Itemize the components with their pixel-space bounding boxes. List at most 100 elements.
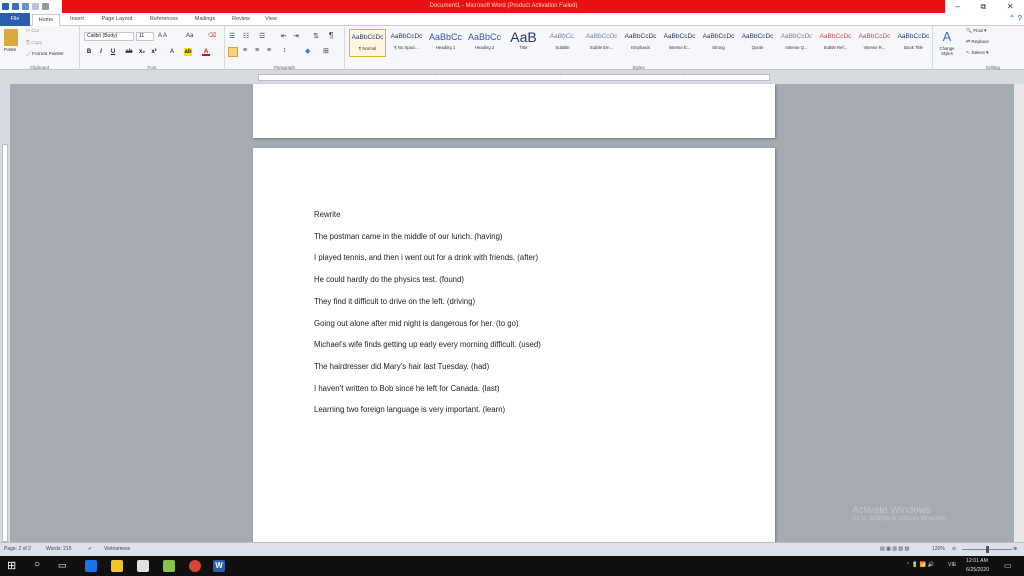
store-icon[interactable] [137,560,149,572]
font-color-icon[interactable]: A [202,48,210,56]
select-button[interactable]: ↖ Select ▾ [966,51,988,56]
clear-formatting-icon[interactable]: ⌫ [208,32,216,39]
replace-button[interactable]: ⇄ Replace [966,40,989,45]
font-name-select[interactable]: Calibri (Body) [84,32,134,41]
document-paragraph[interactable]: I played tennis, and then i went out for… [314,253,538,262]
bullets-icon[interactable]: ☰ [229,32,235,40]
tab-file[interactable]: File [0,13,30,26]
redo-icon[interactable] [32,3,39,10]
clock-time[interactable]: 12:01 AM [966,558,988,564]
paste-button[interactable]: Paste [4,48,16,53]
increase-indent-icon[interactable]: ⇥ [293,32,299,40]
tab-insert[interactable]: Insert [64,14,90,26]
style-item[interactable]: AaBbCcDc Book Title [895,29,932,57]
proofing-icon[interactable]: ✔ [88,546,92,552]
underline-icon[interactable]: U [109,48,117,56]
document-paragraph[interactable]: He could hardly do the physics test. (fo… [314,275,464,284]
zoom-level[interactable]: 120% [932,546,945,552]
tab-references[interactable]: References [144,14,184,26]
text-effects-icon[interactable]: A [168,48,176,56]
document-paragraph[interactable]: The postman came in the middle of our lu… [314,232,503,241]
style-item[interactable]: AaBbCcDc Emphasis [622,29,659,57]
align-left-icon[interactable] [228,47,238,57]
search-icon[interactable]: ○ [34,559,40,570]
file-explorer-icon[interactable] [111,560,123,572]
vertical-ruler[interactable] [0,84,10,542]
document-paragraph[interactable]: Learning two foreign language is very im… [314,405,505,414]
app-icon[interactable] [163,560,175,572]
format-painter-button[interactable]: 🖌Format Painter [26,52,64,57]
bold-icon[interactable]: B [85,48,93,56]
line-spacing-icon[interactable]: ↕ [283,47,287,54]
tray-icons[interactable]: ⌃ 🔋 📶 🔊 [906,562,934,568]
borders-icon[interactable]: ⊞ [323,47,329,55]
word-taskbar-icon[interactable]: W [213,560,225,572]
style-item[interactable]: AaBbCcDc Intense Q... [778,29,815,57]
numbering-icon[interactable]: ☷ [243,32,249,40]
page-1[interactable] [253,84,775,138]
customize-toolbar-icon[interactable] [42,3,49,10]
style-item[interactable]: AaBbCcDc Subtle Em... [583,29,620,57]
change-styles-button[interactable]: A Change Styles [934,28,960,64]
multilevel-list-icon[interactable]: ☲ [259,32,265,40]
tab-page-layout[interactable]: Page Layout [96,14,138,26]
decrease-indent-icon[interactable]: ⇤ [281,32,287,40]
help-icon[interactable]: ⌃ ? [1009,14,1022,23]
style-item[interactable]: AaBbCc Heading 1 [427,29,464,57]
subscript-icon[interactable]: x₂ [138,48,146,56]
style-item[interactable]: AaBbCc. Subtitle [544,29,581,57]
view-buttons[interactable]: ▤ ▦ ▥ ▧ ▨ [880,546,909,552]
change-case-icon[interactable]: Aa [186,33,193,39]
zoom-in-icon[interactable]: ⊕ [1013,546,1017,552]
tab-home[interactable]: Home [32,14,60,26]
vertical-scrollbar[interactable] [1014,84,1024,542]
highlight-icon[interactable]: ab [184,48,192,56]
tab-view[interactable]: View [258,14,284,26]
language-indicator[interactable]: Vietnamese [104,546,130,552]
show-formatting-icon[interactable]: ¶ [329,31,333,40]
align-right-icon[interactable]: ≡ [255,47,259,54]
notifications-icon[interactable]: ▭ [1004,561,1012,570]
document-heading[interactable]: Rewrite [314,210,340,219]
undo-icon[interactable] [22,3,29,10]
page-count[interactable]: Page: 2 of 2 [4,546,31,552]
document-paragraph[interactable]: The hairdresser did Mary’s hair last Tue… [314,362,489,371]
style-item[interactable]: AaB Title [505,29,542,57]
minimize-button[interactable]: – [955,2,959,11]
word-count[interactable]: Words: 215 [46,546,71,552]
save-icon[interactable] [12,3,19,10]
page-2[interactable]: Rewrite The postman came in the middle of… [253,148,775,548]
document-paragraph[interactable]: I haven’t written to Bob since he left f… [314,384,500,393]
horizontal-ruler[interactable]: · · · · · · · [0,70,1024,152]
chrome-icon[interactable] [189,560,201,572]
strikethrough-icon[interactable]: ab [124,48,134,56]
align-center-icon[interactable]: ≡ [243,47,247,54]
style-item[interactable]: AaBbCcDc ¶ Normal [349,29,386,57]
tab-mailings[interactable]: Mailings [188,14,222,26]
document-paragraph[interactable]: Going out alone after mid night is dange… [314,319,519,328]
clock-date[interactable]: 6/25/2020 [966,567,989,573]
find-button[interactable]: 🔍 Find ▾ [966,29,986,34]
document-paragraph[interactable]: Michael’s wife finds getting up early ev… [314,340,541,349]
cut-button[interactable]: ✂ Cut [26,29,39,34]
grow-font-icon[interactable]: A A [158,33,167,39]
task-view-icon[interactable]: ▭ [58,560,67,571]
edge-icon[interactable] [85,560,97,572]
style-item[interactable]: AaBbCcDc Intense R... [856,29,893,57]
document-paragraph[interactable]: They find it difficult to drive on the l… [314,297,475,306]
superscript-icon[interactable]: x² [150,48,158,56]
restore-button[interactable]: ⧉ [981,2,987,12]
style-item[interactable]: AaBbCcDc Subtle Ref... [817,29,854,57]
italic-icon[interactable]: I [97,48,105,56]
close-button[interactable]: ✕ [1007,2,1014,11]
font-size-select[interactable]: 11 [136,32,154,41]
style-item[interactable]: AaBbCc Heading 2 [466,29,503,57]
zoom-slider-thumb[interactable] [986,546,989,553]
input-language[interactable]: VIE [948,562,956,568]
style-item[interactable]: AaBbCcDc ¶ No Spaci... [388,29,425,57]
paste-icon[interactable] [4,29,18,46]
style-item[interactable]: AaBbCcDc Strong [700,29,737,57]
shading-icon[interactable]: ◆ [305,47,310,55]
tab-review[interactable]: Review [226,14,256,26]
style-item[interactable]: AaBbCcDc Intense E... [661,29,698,57]
